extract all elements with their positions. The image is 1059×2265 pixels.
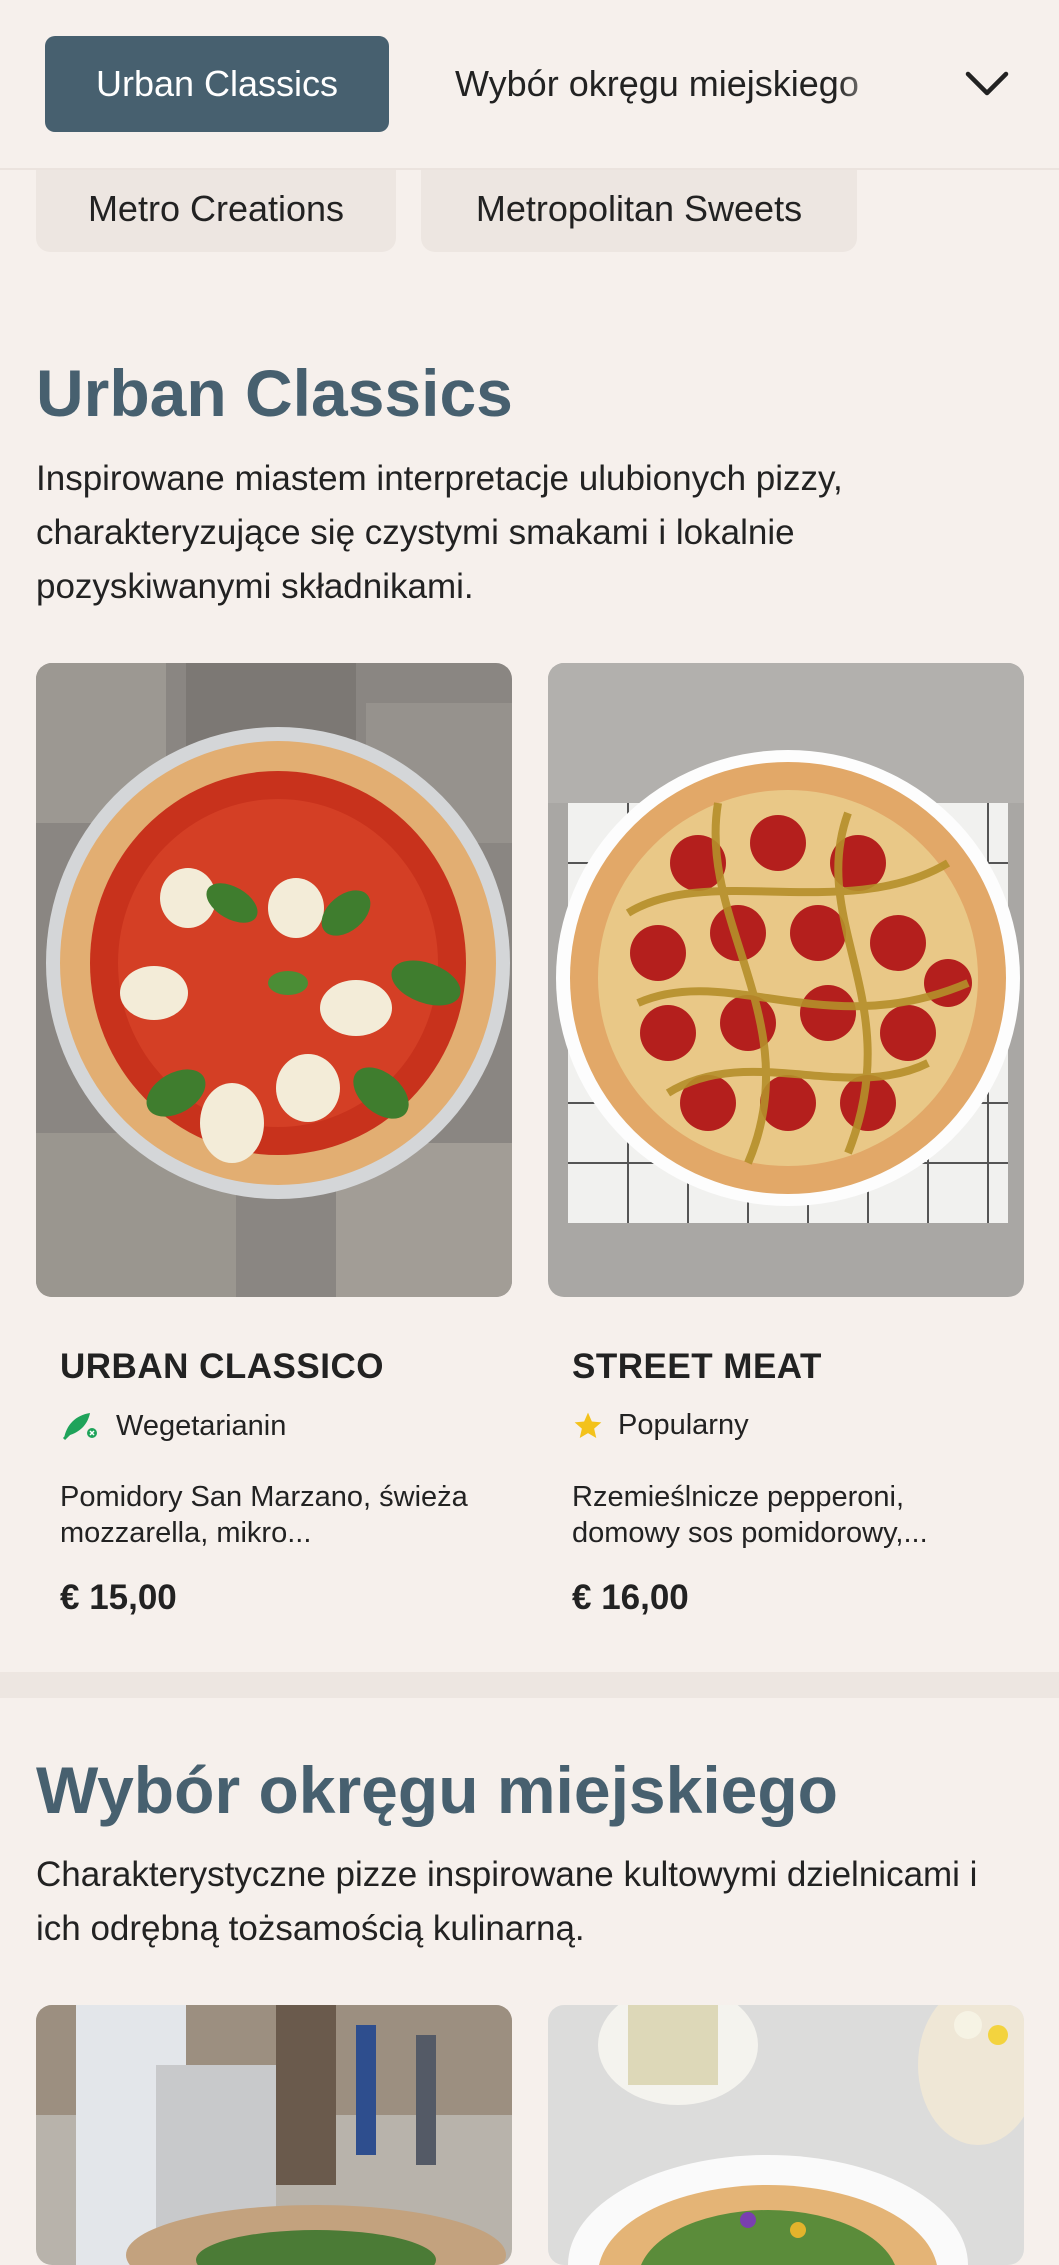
- tab-district-selection[interactable]: Wybór okręgu miejskiego: [455, 36, 905, 132]
- section-divider: [0, 1672, 1059, 1698]
- star-icon: [572, 1410, 604, 1442]
- item-tag-label: Popularny: [618, 1409, 749, 1441]
- category-nav-bar: Urban Classics Wybór okręgu miejskiego: [0, 0, 1059, 170]
- tab-metropolitan-sweets[interactable]: Metropolitan Sweets: [421, 166, 857, 252]
- pizza-image-street-meat[interactable]: [548, 663, 1024, 1297]
- pizza-image-district-1[interactable]: [36, 2005, 512, 2265]
- section-title-district-selection: Wybór okręgu miejskiego: [36, 1753, 838, 1827]
- item-tag-vegetarian: Wegetarianin: [60, 1409, 286, 1443]
- item-name[interactable]: STREET MEAT: [572, 1347, 822, 1387]
- section-description: Charakterystyczne pizze inspirowane kult…: [36, 1855, 978, 1948]
- item-tag-popular: Popularny: [572, 1409, 749, 1442]
- section-description: Inspirowane miastem interpretacje ulubio…: [36, 459, 843, 606]
- item-price: € 16,00: [572, 1578, 689, 1617]
- tab-metro-creations[interactable]: Metro Creations: [36, 166, 396, 252]
- pizza-image-district-2[interactable]: [548, 2005, 1024, 2265]
- item-description: Pomidory San Marzano, świeża mozzarella,…: [60, 1481, 468, 1549]
- item-name[interactable]: URBAN CLASSICO: [60, 1347, 384, 1387]
- vegetarian-icon: [60, 1409, 102, 1443]
- item-description: Rzemieślnicze pepperoni, domowy sos pomi…: [572, 1481, 928, 1549]
- item-price: € 15,00: [60, 1578, 177, 1617]
- chevron-down-icon[interactable]: [955, 56, 1019, 112]
- tab-urban-classics[interactable]: Urban Classics: [45, 36, 389, 132]
- pizza-image-urban-classico[interactable]: [36, 663, 512, 1297]
- item-tag-label: Wegetarianin: [116, 1409, 287, 1442]
- section-title-urban-classics: Urban Classics: [36, 356, 513, 430]
